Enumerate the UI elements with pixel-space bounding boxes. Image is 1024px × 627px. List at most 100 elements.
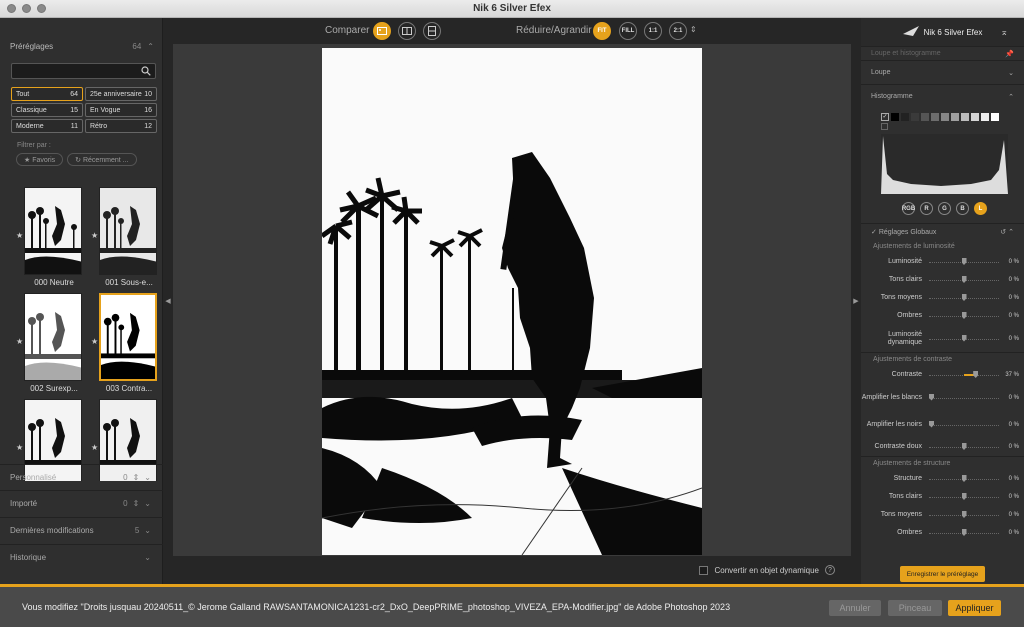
slider-thumb[interactable]	[961, 258, 967, 265]
filter-chips: ★ Favoris ↻ Récemment ...	[16, 153, 162, 166]
loupe-section[interactable]: Loupe ⌄	[861, 60, 1024, 84]
resize-label: Réduire/Agrandir	[516, 25, 592, 36]
compare-single-button[interactable]	[373, 22, 391, 40]
slider-track[interactable]	[929, 258, 999, 266]
zoom-fit-button[interactable]: FIT	[593, 22, 611, 40]
star-icon[interactable]: ★	[91, 231, 98, 240]
slider-track[interactable]	[929, 493, 999, 501]
brush-button[interactable]: Pinceau	[888, 600, 942, 616]
zoom-stepper-icon[interactable]: ⇕	[690, 25, 697, 34]
channel-r-button[interactable]: R	[920, 202, 933, 215]
slider-track[interactable]	[929, 334, 999, 343]
compare-side-button[interactable]	[423, 22, 441, 40]
preset-name: 002 Surexp...	[30, 384, 78, 393]
slider-thumb[interactable]	[961, 294, 967, 301]
channel-g-button[interactable]: G	[938, 202, 951, 215]
slider-thumb[interactable]	[961, 529, 967, 536]
slider-label: Ombres	[897, 529, 922, 536]
smart-object-checkbox[interactable]	[699, 565, 709, 575]
category-vogue[interactable]: En Vogue 16	[85, 103, 157, 117]
slider-track[interactable]	[929, 393, 999, 402]
star-icon[interactable]: ★	[16, 231, 23, 240]
close-window-button[interactable]	[7, 4, 16, 13]
zoom-fill-button[interactable]: FILL	[619, 22, 637, 40]
check-icon: ✓	[871, 228, 877, 236]
preview-photo[interactable]	[322, 48, 702, 555]
section-custom[interactable]: Personnalisé 0 ⇕ ⌄	[0, 464, 163, 490]
compare-split-button[interactable]	[398, 22, 416, 40]
slider-thumb[interactable]	[961, 493, 967, 500]
collapse-panel-icon[interactable]: ⌅	[1000, 27, 1008, 38]
group-title: Ajustements de luminosité	[873, 242, 955, 250]
smart-object-label: Convertir en objet dynamique	[714, 565, 819, 575]
zoom-100-button[interactable]: 1:1	[644, 22, 662, 40]
channel-b-button[interactable]: B	[956, 202, 969, 215]
channel-l-button[interactable]: L	[974, 202, 987, 215]
slider-track[interactable]	[929, 511, 999, 519]
section-imported[interactable]: Importé 0 ⇕ ⌄	[0, 490, 163, 516]
category-25th[interactable]: 25e anniversaire 10	[85, 87, 157, 101]
slider-track[interactable]	[929, 420, 999, 429]
cancel-button[interactable]: Annuler	[829, 600, 881, 616]
star-icon[interactable]: ★	[16, 443, 23, 452]
slider-track[interactable]	[929, 443, 999, 451]
loupe-histogram-header[interactable]: Loupe et histogramme 📌	[861, 46, 1024, 60]
slider-track[interactable]	[929, 312, 999, 320]
category-modern[interactable]: Moderne 11	[11, 119, 83, 133]
slider-track[interactable]	[929, 276, 999, 284]
minimize-window-button[interactable]	[22, 4, 31, 13]
favorites-filter[interactable]: ★ Favoris	[16, 153, 64, 166]
save-preset-button[interactable]: Enregistrer le préréglage	[900, 566, 985, 582]
category-classic[interactable]: Classique 15	[11, 103, 83, 117]
preset-thumb[interactable]: ★ 001 Sous-e...	[91, 187, 159, 287]
collapse-right-panel-button[interactable]: ▶	[851, 18, 861, 584]
star-icon[interactable]: ★	[91, 337, 98, 346]
histogram-section[interactable]: Histogramme ⌃	[861, 84, 1024, 108]
global-adjustments-header[interactable]: ✓ Réglages Globaux ↺ ⌃	[861, 223, 1024, 239]
slider-track[interactable]	[929, 529, 999, 537]
slider-thumb[interactable]	[929, 393, 934, 401]
zoom-window-button[interactable]	[37, 4, 46, 13]
category-all[interactable]: Tout 64	[11, 87, 83, 101]
image-canvas[interactable]	[173, 44, 851, 556]
section-recent-edits[interactable]: Dernières modifications 5 ⌄	[0, 517, 163, 543]
preset-search-input[interactable]	[11, 63, 156, 79]
channel-rgb-button[interactable]: RGB	[902, 202, 915, 215]
slider-thumb[interactable]	[973, 371, 979, 378]
preset-categories: Tout 64 25e anniversaire 10 Classique 15 En…	[11, 87, 157, 133]
preset-thumb[interactable]: ★ 002 Surexp...	[16, 293, 84, 393]
slider-track[interactable]	[929, 475, 999, 483]
presets-header[interactable]: Préréglages 64 ⌃	[10, 35, 154, 57]
preset-thumb[interactable]: ★ 000 Neutre	[16, 187, 84, 287]
histogram-channels: RGB R G B L	[881, 202, 1008, 215]
slider-thumb[interactable]	[961, 312, 967, 319]
filter-label: Filtrer par :	[17, 142, 51, 149]
section-history[interactable]: Historique ⌄	[0, 544, 163, 570]
slider-thumb[interactable]	[961, 475, 967, 482]
slider-value: 0 %	[1008, 476, 1019, 482]
slider-track[interactable]	[929, 371, 999, 379]
slider-value: 0 %	[1008, 421, 1019, 428]
slider-thumb[interactable]	[961, 276, 967, 283]
preview-area: Comparer Réduire/Agrandir FIT FILL 1:1 2…	[173, 18, 851, 584]
zone-checkbox[interactable]	[881, 123, 888, 130]
slider-thumb[interactable]	[929, 420, 934, 428]
slider-thumb[interactable]	[961, 511, 967, 518]
collapse-left-panel-button[interactable]: ◀	[163, 18, 173, 584]
apply-button[interactable]: Appliquer	[948, 600, 1001, 616]
category-retro[interactable]: Rétro 12	[85, 119, 157, 133]
recent-filter[interactable]: ↻ Récemment ...	[67, 153, 137, 166]
star-icon[interactable]: ★	[91, 443, 98, 452]
star-icon[interactable]: ★	[16, 337, 23, 346]
zone-swatches[interactable]: ✓	[881, 113, 1008, 121]
slider-thumb[interactable]	[961, 334, 967, 342]
preset-thumb-selected[interactable]: ★ 003 Contra...	[91, 293, 159, 393]
slider-track[interactable]	[929, 294, 999, 302]
slider-thumb[interactable]	[961, 443, 967, 450]
zoom-200-button[interactable]: 2:1	[669, 22, 687, 40]
search-icon[interactable]	[141, 66, 151, 76]
chevron-down-icon: ⌄	[1008, 69, 1014, 77]
slider-value: 0 %	[1008, 394, 1019, 401]
chevron-up-icon[interactable]: ⌃	[147, 42, 154, 51]
help-icon[interactable]: ?	[825, 565, 835, 575]
